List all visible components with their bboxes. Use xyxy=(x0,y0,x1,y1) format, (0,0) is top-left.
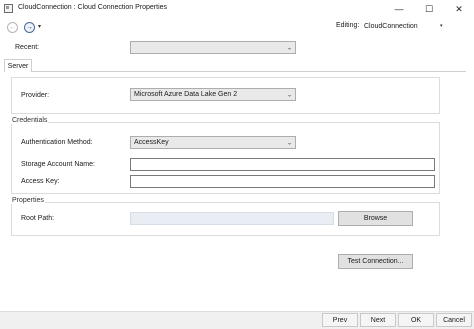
recent-label: Recent: xyxy=(15,44,40,51)
window-title: CloudConnection : Cloud Connection Prope… xyxy=(18,4,168,11)
minimize-button[interactable]: — xyxy=(384,0,414,18)
tab-strip-line xyxy=(4,71,466,72)
auth-method-label: Authentication Method: xyxy=(21,139,93,146)
chevron-down-icon: ⌄ xyxy=(286,45,292,51)
tab-server[interactable]: Server xyxy=(4,59,32,72)
history-dropdown-icon[interactable]: ▾ xyxy=(38,23,41,30)
close-button[interactable]: ✕ xyxy=(444,0,474,18)
editing-select[interactable]: CloudConnection xyxy=(362,20,448,33)
editing-value: CloudConnection xyxy=(364,23,418,30)
cancel-button[interactable]: Cancel xyxy=(436,313,472,327)
chevron-down-icon: ⌄ xyxy=(286,92,292,98)
editing-label: Editing: xyxy=(336,22,360,29)
storage-account-label: Storage Account Name: xyxy=(21,161,95,168)
provider-label: Provider: xyxy=(21,92,50,99)
access-key-input[interactable] xyxy=(130,175,435,188)
recent-select[interactable]: ⌄ xyxy=(130,41,296,54)
maximize-button[interactable]: ☐ xyxy=(414,0,444,18)
auth-method-select[interactable]: AccessKey ⌄ xyxy=(130,136,296,149)
access-key-label: Access Key: xyxy=(21,178,60,185)
ok-button[interactable]: OK xyxy=(398,313,434,327)
provider-value: Microsoft Azure Data Lake Gen 2 xyxy=(134,91,238,98)
chevron-down-icon[interactable]: ▾ xyxy=(440,23,443,29)
storage-account-input[interactable] xyxy=(130,158,435,171)
forward-arrow-icon[interactable]: → xyxy=(24,22,35,33)
browse-button[interactable]: Browse xyxy=(338,211,413,226)
credentials-title: Credentials xyxy=(11,117,49,124)
chevron-down-icon: ⌄ xyxy=(286,140,292,146)
app-icon xyxy=(4,4,13,13)
provider-select[interactable]: Microsoft Azure Data Lake Gen 2 ⌄ xyxy=(130,88,296,101)
root-path-input[interactable] xyxy=(130,212,334,225)
next-button[interactable]: Next xyxy=(360,313,396,327)
auth-method-value: AccessKey xyxy=(134,139,169,146)
back-arrow-icon[interactable]: ← xyxy=(7,22,18,33)
prev-button[interactable]: Prev xyxy=(322,313,358,327)
properties-title: Properties xyxy=(11,197,45,204)
test-connection-button[interactable]: Test Connection... xyxy=(338,254,413,269)
root-path-label: Root Path: xyxy=(21,215,55,222)
